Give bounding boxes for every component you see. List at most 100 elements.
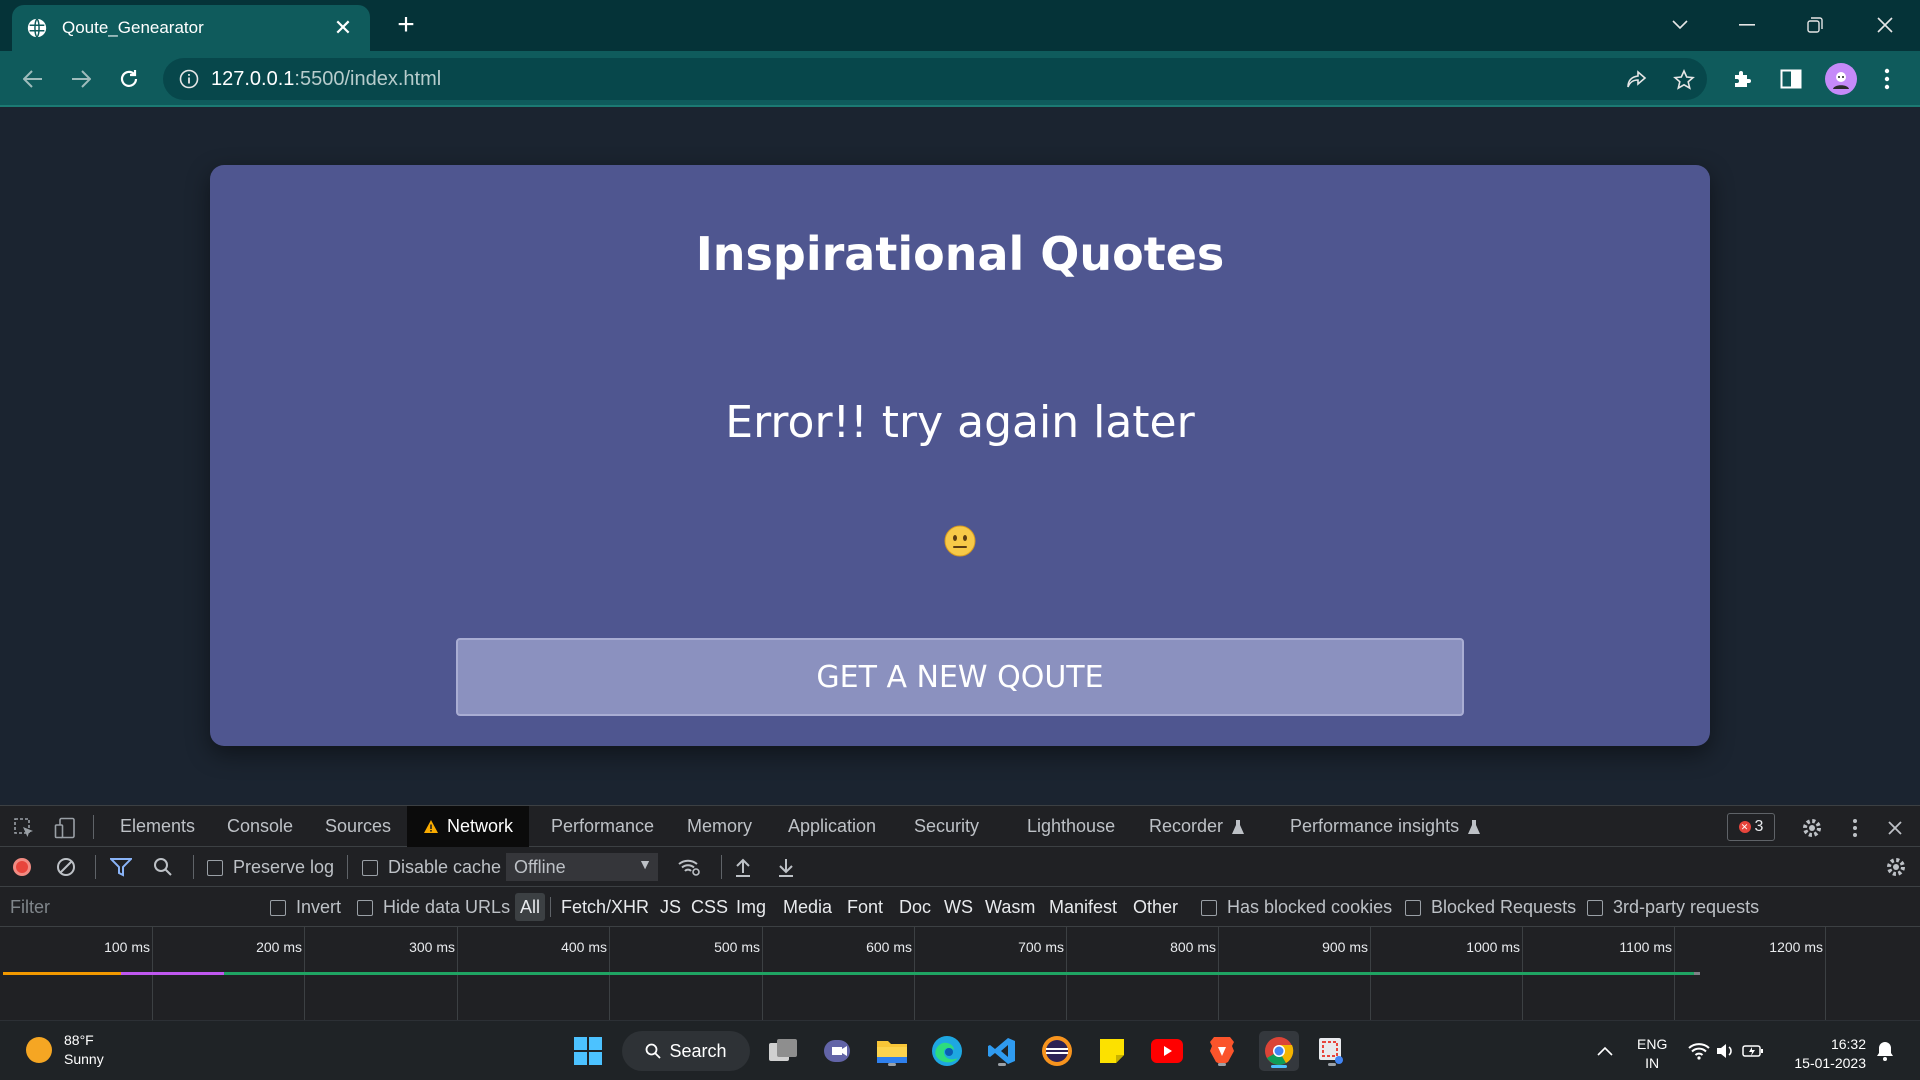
extensions-puzzle-icon[interactable]: [1727, 63, 1759, 95]
network-settings-gear-icon[interactable]: [1884, 855, 1908, 879]
tab-network[interactable]: Network: [407, 806, 530, 847]
tab-recorder[interactable]: Recorder: [1149, 806, 1245, 847]
eclipse-ide-icon[interactable]: [1039, 1033, 1075, 1069]
record-icon[interactable]: [10, 855, 34, 879]
teams-chat-icon[interactable]: [820, 1033, 856, 1069]
file-explorer-icon[interactable]: [874, 1033, 910, 1069]
tab-performance[interactable]: Performance: [551, 806, 654, 847]
sticky-notes-icon[interactable]: [1094, 1033, 1130, 1069]
profile-avatar[interactable]: [1825, 63, 1857, 95]
preserve-log-checkbox[interactable]: Preserve log: [207, 857, 334, 878]
search-icon[interactable]: [151, 855, 175, 879]
filter-type-doc[interactable]: Doc: [894, 893, 936, 921]
network-conditions-icon[interactable]: [677, 855, 701, 879]
timeline-tick: 1000 ms: [1466, 939, 1520, 955]
clock[interactable]: 16:32 15-01-2023: [1786, 1035, 1866, 1073]
timeline-tick: 100 ms: [104, 939, 150, 955]
close-devtools-icon[interactable]: [1883, 816, 1907, 840]
checkbox-box[interactable]: [207, 859, 223, 876]
throttling-select[interactable]: Offline ▼: [506, 853, 658, 881]
temperature: 88°F: [64, 1032, 94, 1048]
address-bar[interactable]: 127.0.0.1:5500/index.html: [163, 58, 1707, 100]
filter-type-font[interactable]: Font: [842, 893, 888, 921]
filter-type-wasm[interactable]: Wasm: [980, 893, 1040, 921]
filter-type-manifest[interactable]: Manifest: [1044, 893, 1122, 921]
tab-sources[interactable]: Sources: [325, 806, 391, 847]
bookmark-star-icon[interactable]: [1671, 67, 1697, 93]
inspect-element-icon[interactable]: [12, 816, 36, 840]
tab-application[interactable]: Application: [788, 806, 876, 847]
restore-icon[interactable]: [1795, 8, 1835, 42]
tab-lighthouse[interactable]: Lighthouse: [1027, 806, 1115, 847]
checkbox-box[interactable]: [270, 899, 286, 916]
close-window-icon[interactable]: [1865, 8, 1905, 42]
reload-icon[interactable]: [111, 61, 147, 97]
back-icon[interactable]: [15, 61, 51, 97]
blocked-requests-checkbox[interactable]: Blocked Requests: [1405, 897, 1576, 918]
checkbox-box[interactable]: [1201, 899, 1217, 916]
forward-icon[interactable]: [63, 61, 99, 97]
tab-elements[interactable]: Elements: [120, 806, 195, 847]
tab-memory[interactable]: Memory: [687, 806, 752, 847]
device-toolbar-icon[interactable]: [53, 816, 77, 840]
snipping-tool-icon[interactable]: [1314, 1033, 1350, 1069]
filter-type-other[interactable]: Other: [1128, 893, 1183, 921]
minimize-icon[interactable]: [1727, 8, 1767, 42]
side-panel-icon[interactable]: [1775, 63, 1807, 95]
language-indicator[interactable]: ENG IN: [1637, 1035, 1667, 1073]
filter-type-img[interactable]: Img: [731, 893, 771, 921]
browser-tab[interactable]: Qoute_Genearator ✕: [12, 5, 370, 51]
notifications-icon[interactable]: [1870, 1033, 1900, 1069]
export-har-icon[interactable]: [774, 855, 798, 879]
invert-checkbox[interactable]: Invert: [270, 897, 341, 918]
tab-performance-insights[interactable]: Performance insights: [1290, 806, 1481, 847]
checkbox-box[interactable]: [1587, 899, 1603, 916]
filter-input[interactable]: Filter: [0, 891, 250, 923]
filter-type-css[interactable]: CSS: [686, 893, 733, 921]
invert-label: Invert: [296, 897, 342, 917]
taskbar-search[interactable]: Search: [622, 1031, 750, 1071]
has-blocked-cookies-checkbox[interactable]: Has blocked cookies: [1201, 897, 1392, 918]
tab-console[interactable]: Console: [227, 806, 293, 847]
network-overview-timeline[interactable]: 100 ms 200 ms 300 ms 400 ms 500 ms 600 m…: [0, 927, 1920, 1021]
filter-type-all[interactable]: All: [515, 893, 546, 921]
tab-close-icon[interactable]: ✕: [330, 15, 356, 41]
chrome-browser-icon[interactable]: [1259, 1031, 1299, 1071]
tab-network-label: Network: [447, 816, 514, 836]
filter-type-ws[interactable]: WS: [939, 893, 978, 921]
clear-icon[interactable]: [54, 855, 78, 879]
filter-type-media[interactable]: Media: [778, 893, 837, 921]
error-count-badge[interactable]: ✕ 3: [1727, 813, 1775, 841]
site-info-icon[interactable]: [179, 69, 199, 89]
chrome-menu-icon[interactable]: [1871, 63, 1903, 95]
tab-security[interactable]: Security: [914, 806, 979, 847]
weather-widget[interactable]: 88°F Sunny: [26, 1031, 104, 1069]
error-icon: ✕: [1738, 821, 1751, 833]
new-tab-icon[interactable]: +: [390, 10, 422, 42]
checkbox-box[interactable]: [357, 899, 373, 916]
share-icon[interactable]: [1624, 67, 1650, 93]
brave-browser-icon[interactable]: [1204, 1033, 1240, 1069]
quick-settings[interactable]: [1686, 1033, 1766, 1069]
filter-bar: Filter Invert Hide data URLs All Fetch/X…: [0, 887, 1920, 927]
edge-browser-icon[interactable]: [929, 1033, 965, 1069]
checkbox-box[interactable]: [1405, 899, 1421, 916]
filter-type-js[interactable]: JS: [655, 893, 686, 921]
checkbox-box[interactable]: [362, 859, 378, 876]
devtools-menu-icon[interactable]: [1843, 816, 1867, 840]
tab-search-chevron-icon[interactable]: [1660, 8, 1700, 42]
task-view-icon[interactable]: [765, 1033, 801, 1069]
filter-type-fetch-xhr[interactable]: Fetch/XHR: [556, 893, 654, 921]
hide-data-urls-checkbox[interactable]: Hide data URLs: [357, 897, 510, 918]
disable-cache-checkbox[interactable]: Disable cache: [362, 857, 501, 878]
vscode-icon[interactable]: [984, 1033, 1020, 1069]
start-windows-icon[interactable]: [570, 1033, 606, 1069]
filter-funnel-icon[interactable]: [109, 855, 133, 879]
third-party-requests-checkbox[interactable]: 3rd-party requests: [1587, 897, 1759, 918]
import-har-icon[interactable]: [731, 855, 755, 879]
settings-gear-icon[interactable]: [1800, 816, 1824, 840]
show-hidden-icons-chevron-icon[interactable]: [1593, 1033, 1617, 1069]
new-quote-button[interactable]: GET A NEW QOUTE: [456, 638, 1464, 716]
youtube-icon[interactable]: [1149, 1033, 1185, 1069]
third-party-requests-label: 3rd-party requests: [1613, 897, 1760, 917]
